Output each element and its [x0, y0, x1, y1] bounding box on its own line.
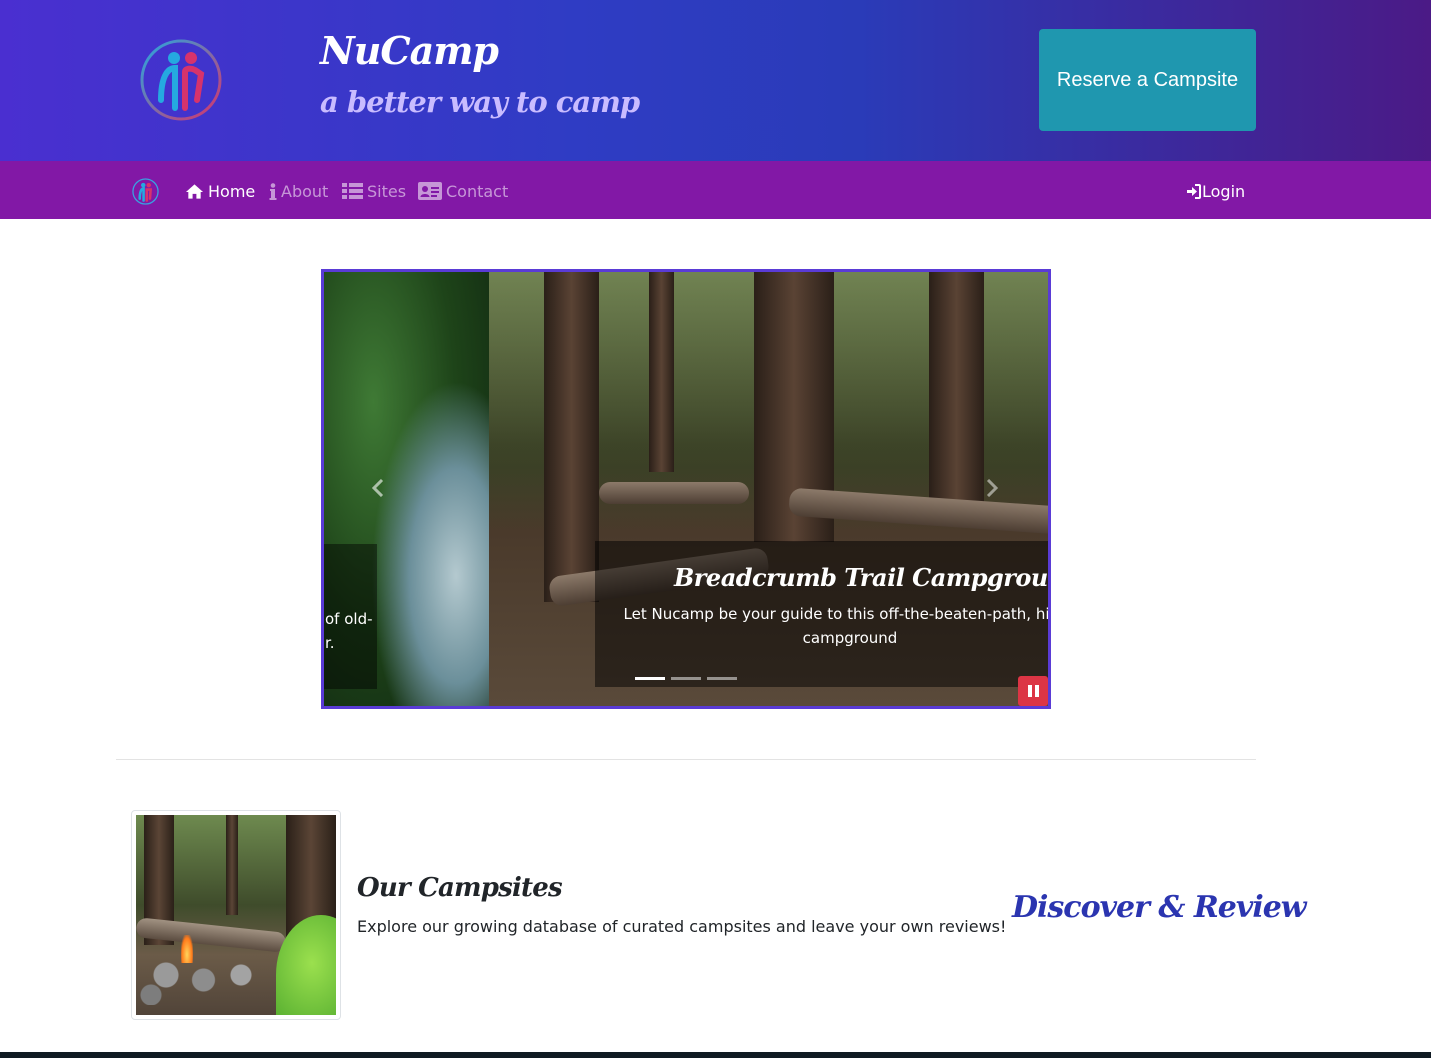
login-label: Login	[1202, 181, 1246, 201]
navbar-logo-icon[interactable]	[132, 178, 159, 205]
chevron-left-icon	[372, 479, 384, 497]
header-jumbotron: NuCamp a better way to camp Reserve a Ca…	[0, 0, 1431, 161]
carousel-indicators	[635, 677, 737, 680]
nav-item-sites[interactable]: Sites	[342, 179, 406, 203]
nav-item-contact[interactable]: Contact	[418, 179, 508, 203]
carousel-prev-button[interactable]	[366, 476, 390, 500]
main-navbar: Home About Sites Contact Login	[0, 161, 1431, 219]
section-divider	[116, 759, 1256, 760]
pause-icon-bar	[1027, 685, 1032, 697]
info-icon	[269, 182, 277, 200]
footer-edge	[0, 1052, 1431, 1058]
pause-icon-bar	[1034, 685, 1039, 697]
campsite-thumbnail	[131, 810, 341, 1020]
nucamp-logo-icon	[140, 39, 222, 121]
previous-caption-line: r.	[325, 634, 335, 652]
log	[599, 482, 749, 504]
list-icon	[342, 183, 363, 199]
campsite-image	[136, 815, 336, 1015]
nav-item-about[interactable]: About	[269, 179, 328, 203]
campsite-carousel: of old- r. Breadcrumb Trail Campground L…	[321, 269, 1051, 709]
carousel-indicator[interactable]	[707, 677, 737, 680]
carousel-pause-button[interactable]	[1018, 676, 1048, 706]
carousel-slide-previous: of old- r.	[324, 272, 489, 706]
sign-in-icon	[1187, 183, 1201, 199]
carousel-indicator[interactable]	[635, 677, 665, 680]
login-link[interactable]: Login	[1186, 179, 1245, 203]
carousel-caption-title: Breadcrumb Trail Campground	[674, 563, 1051, 592]
media-text: Explore our growing database of curated …	[357, 917, 1007, 936]
discover-review-tagline: Discover & Review	[1012, 890, 1307, 925]
carousel-next-button[interactable]	[980, 476, 1004, 500]
address-card-icon	[418, 182, 442, 200]
previous-caption-text: of old- r.	[325, 607, 373, 655]
media-title: Our Campsites	[357, 873, 563, 903]
nav-item-label: Sites	[367, 181, 407, 201]
nav-item-label: About	[281, 181, 329, 201]
tree-trunk	[544, 272, 599, 602]
nav-item-home[interactable]: Home	[185, 179, 255, 203]
tree-trunk	[929, 272, 984, 522]
previous-caption-line: of old-	[325, 610, 373, 628]
nav-item-label: Home	[208, 181, 256, 201]
chevron-right-icon	[986, 479, 998, 497]
carousel-indicator[interactable]	[671, 677, 701, 680]
nav-item-label: Contact	[446, 181, 509, 201]
home-icon	[185, 184, 204, 199]
carousel-caption-text: Let Nucamp be your guide to this off-the…	[623, 605, 1051, 647]
reserve-campsite-button[interactable]: Reserve a Campsite	[1039, 29, 1256, 131]
tree-trunk	[649, 272, 674, 472]
brand-subtitle: a better way to camp	[320, 85, 640, 119]
brand-title: NuCamp	[320, 28, 499, 73]
